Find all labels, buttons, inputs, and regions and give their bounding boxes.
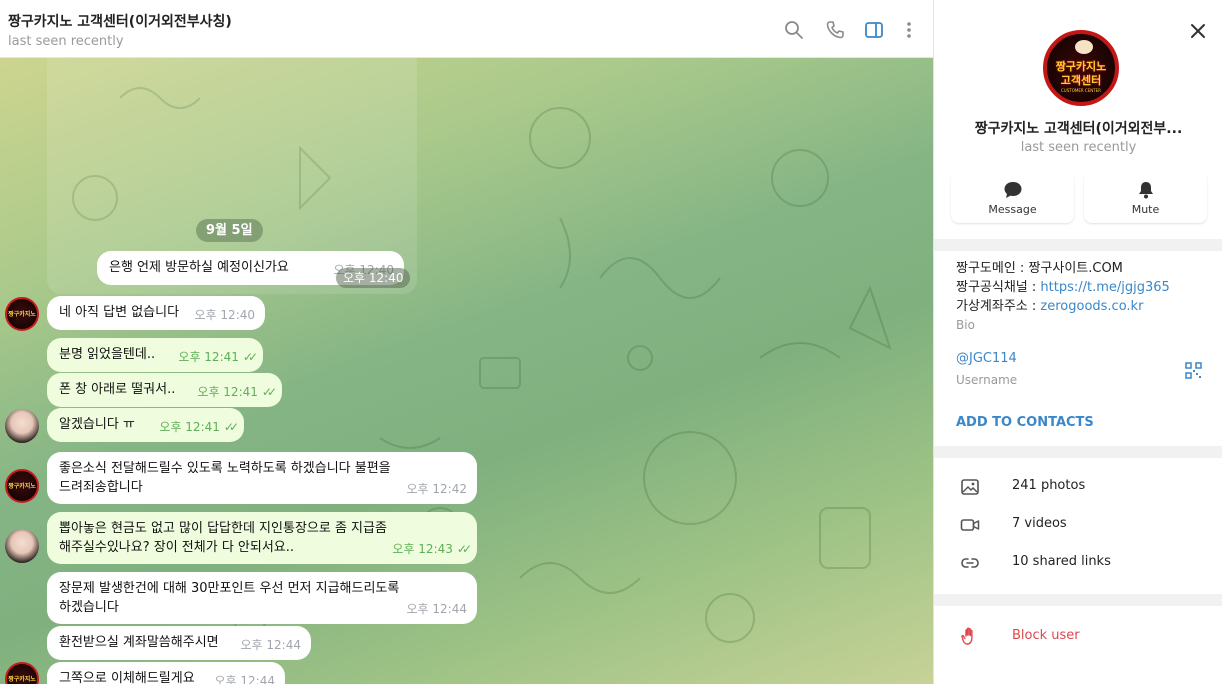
message-bubble[interactable]: 환전받으실 계좌말씀해주시면 오후 12:44 bbox=[47, 626, 311, 660]
profile-name: 짱구카지노 고객센터(이거외전부... bbox=[974, 121, 1183, 137]
message-time: 오후 12:44 bbox=[406, 602, 467, 616]
message-meta: 오후 12:41 ✓✓ bbox=[159, 418, 239, 437]
message-text-line: 하겠습니다 bbox=[59, 600, 119, 615]
sidebar-toggle-icon[interactable] bbox=[862, 18, 886, 42]
read-checks-icon: ✓✓ bbox=[261, 385, 277, 399]
more-icon[interactable] bbox=[897, 18, 921, 42]
message-text: 그쪽으로 이체해드릴게요 bbox=[59, 671, 195, 684]
message-bubble[interactable]: 알겠습니다 ㅠ 오후 12:41 ✓✓ bbox=[47, 408, 244, 442]
qr-code-icon[interactable] bbox=[1185, 362, 1202, 379]
photo-icon bbox=[960, 477, 980, 497]
message-bubble[interactable]: 폰 창 아래로 떨궈서.. 오후 12:41 ✓✓ bbox=[47, 373, 282, 407]
block-user-button[interactable]: Block user bbox=[934, 622, 1222, 652]
hand-icon bbox=[960, 626, 980, 646]
bio-line: 가상계좌주소 : zerogoods.co.kr bbox=[956, 295, 1143, 314]
shared-photos-row[interactable]: 241 photos bbox=[934, 468, 1222, 506]
avatar-text: 짱구카지노 bbox=[8, 311, 36, 318]
message-bubble[interactable]: 네 아직 답변 없습니다 오후 12:40 bbox=[47, 296, 265, 330]
message-time: 오후 12:44 bbox=[214, 674, 275, 684]
avatar-text: 짱구카지노 bbox=[8, 483, 36, 490]
videos-count: 7 videos bbox=[1012, 516, 1067, 531]
link-icon bbox=[960, 553, 980, 573]
username-label: Username bbox=[956, 373, 1018, 387]
message-meta: 오후 12:41 ✓✓ bbox=[197, 383, 277, 402]
avatar[interactable] bbox=[5, 529, 39, 563]
divider bbox=[934, 239, 1222, 251]
mute-button-label: Mute bbox=[1131, 203, 1160, 216]
message-time: 오후 12:41 bbox=[159, 420, 220, 434]
profile-status: last seen recently bbox=[1020, 140, 1137, 155]
message-text-line: 뽑아놓은 현금도 없고 많이 답답한데 지인통장으로 좀 지급좀 bbox=[59, 521, 387, 536]
message-time: 오후 12:41 bbox=[178, 350, 239, 364]
avatar-text: 짱구카지노 bbox=[8, 676, 36, 683]
message-time: 오후 12:40 bbox=[194, 308, 255, 322]
channel-link[interactable]: https://t.me/jgjg365 bbox=[1040, 280, 1169, 295]
message-text-line: 장문제 발생한건에 대해 30만포인트 우선 먼저 지급해드리도록 bbox=[59, 581, 400, 596]
logo-text-line3: CUSTOMER CENTER bbox=[1061, 88, 1101, 93]
avatar[interactable]: 짱구카지노 bbox=[5, 469, 39, 503]
bio-label: Bio bbox=[956, 318, 975, 332]
avatar[interactable] bbox=[5, 409, 39, 443]
bio-line-prefix: 짱구공식채널 : bbox=[956, 280, 1041, 295]
phone-icon[interactable] bbox=[823, 18, 847, 42]
message-bubble[interactable]: 장문제 발생한건에 대해 30만포인트 우선 먼저 지급해드리도록 하겠습니다 … bbox=[47, 572, 477, 624]
bell-icon bbox=[1084, 180, 1207, 200]
logo-text-line2: 고객센터 bbox=[1060, 74, 1102, 87]
telegram-window: 짱구카지노 고객센터(이거외전부사칭) last seen recently 9… bbox=[0, 0, 1222, 684]
divider bbox=[934, 594, 1222, 606]
mute-button[interactable]: Mute bbox=[1084, 172, 1207, 223]
shared-links-row[interactable]: 10 shared links bbox=[934, 544, 1222, 582]
message-text: 분명 읽었을텐데.. bbox=[59, 347, 156, 362]
search-icon[interactable] bbox=[782, 18, 806, 42]
message-bubble[interactable]: 그쪽으로 이체해드릴게요 오후 12:44 bbox=[47, 662, 285, 684]
block-user-label: Block user bbox=[1012, 628, 1080, 643]
video-icon bbox=[960, 515, 980, 535]
message-text: 환전받으실 계좌말씀해주시면 bbox=[59, 635, 219, 650]
message-bubble[interactable]: 분명 읽었을텐데.. 오후 12:41 ✓✓ bbox=[47, 338, 263, 372]
sticker-time: 오후 12:40 bbox=[336, 268, 411, 288]
date-divider: 9월 5일 bbox=[196, 219, 263, 242]
links-count: 10 shared links bbox=[1012, 554, 1111, 569]
chat-header[interactable]: 짱구카지노 고객센터(이거외전부사칭) last seen recently bbox=[0, 0, 933, 58]
profile-panel: 짱구카지노 고객센터 CUSTOMER CENTER 짱구카지노 고객센터(이거… bbox=[933, 0, 1222, 684]
profile-avatar[interactable]: 짱구카지노 고객센터 CUSTOMER CENTER bbox=[1043, 30, 1119, 106]
read-checks-icon: ✓✓ bbox=[223, 420, 239, 434]
message-time: 오후 12:44 bbox=[240, 638, 301, 652]
message-meta: 오후 12:41 ✓✓ bbox=[178, 348, 258, 367]
logo-face bbox=[1075, 40, 1093, 54]
message-text: 알겠습니다 ㅠ bbox=[59, 417, 135, 432]
close-icon[interactable] bbox=[1187, 20, 1209, 42]
message-text: 네 아직 답변 없습니다 bbox=[59, 305, 180, 320]
photos-count: 241 photos bbox=[1012, 478, 1086, 493]
message-time: 오후 12:42 bbox=[406, 482, 467, 496]
avatar[interactable]: 짱구카지노 bbox=[5, 297, 39, 331]
message-button[interactable]: Message bbox=[951, 172, 1074, 223]
message-meta: 오후 12:43 ✓✓ bbox=[392, 540, 472, 559]
message-button-label: Message bbox=[988, 203, 1037, 216]
chat-status: last seen recently bbox=[8, 34, 124, 49]
bio-line-prefix: 가상계좌주소 : bbox=[956, 299, 1041, 314]
message-text-line: 좋은소식 전달해드릴수 있도록 노력하도록 하겠습니다 불편을 bbox=[59, 461, 391, 476]
read-checks-icon: ✓✓ bbox=[242, 350, 258, 364]
message-text: 폰 창 아래로 떨궈서.. bbox=[59, 382, 176, 397]
read-checks-icon: ✓✓ bbox=[456, 542, 472, 556]
bio-line: 짱구공식채널 : https://t.me/jgjg365 bbox=[956, 276, 1170, 295]
add-to-contacts-button[interactable]: ADD TO CONTACTS bbox=[956, 415, 1094, 430]
username-value[interactable]: @JGC114 bbox=[956, 351, 1017, 366]
bio-line: 짱구도메인 : 짱구사이트.COM bbox=[956, 261, 1123, 276]
message-bubble[interactable]: 좋은소식 전달해드릴수 있도록 노력하도록 하겠습니다 불편을 드려죄송합니다 … bbox=[47, 452, 477, 504]
message-icon bbox=[951, 180, 1074, 200]
message-bubble[interactable]: 뽑아놓은 현금도 없고 많이 답답한데 지인통장으로 좀 지급좀 해주실수있나요… bbox=[47, 512, 477, 564]
website-link[interactable]: zerogoods.co.kr bbox=[1040, 299, 1143, 314]
chat-title[interactable]: 짱구카지노 고객센터(이거외전부사칭) bbox=[8, 11, 232, 31]
message-time: 오후 12:41 bbox=[197, 385, 258, 399]
chat-area: 짱구카지노 고객센터(이거외전부사칭) last seen recently 9… bbox=[0, 0, 933, 684]
shared-videos-row[interactable]: 7 videos bbox=[934, 506, 1222, 544]
message-text: 은행 언제 방문하실 예정이신가요 bbox=[109, 260, 289, 275]
message-text-line: 드려죄송합니다 bbox=[59, 480, 143, 495]
message-time: 오후 12:43 bbox=[392, 542, 453, 556]
divider bbox=[934, 446, 1222, 458]
